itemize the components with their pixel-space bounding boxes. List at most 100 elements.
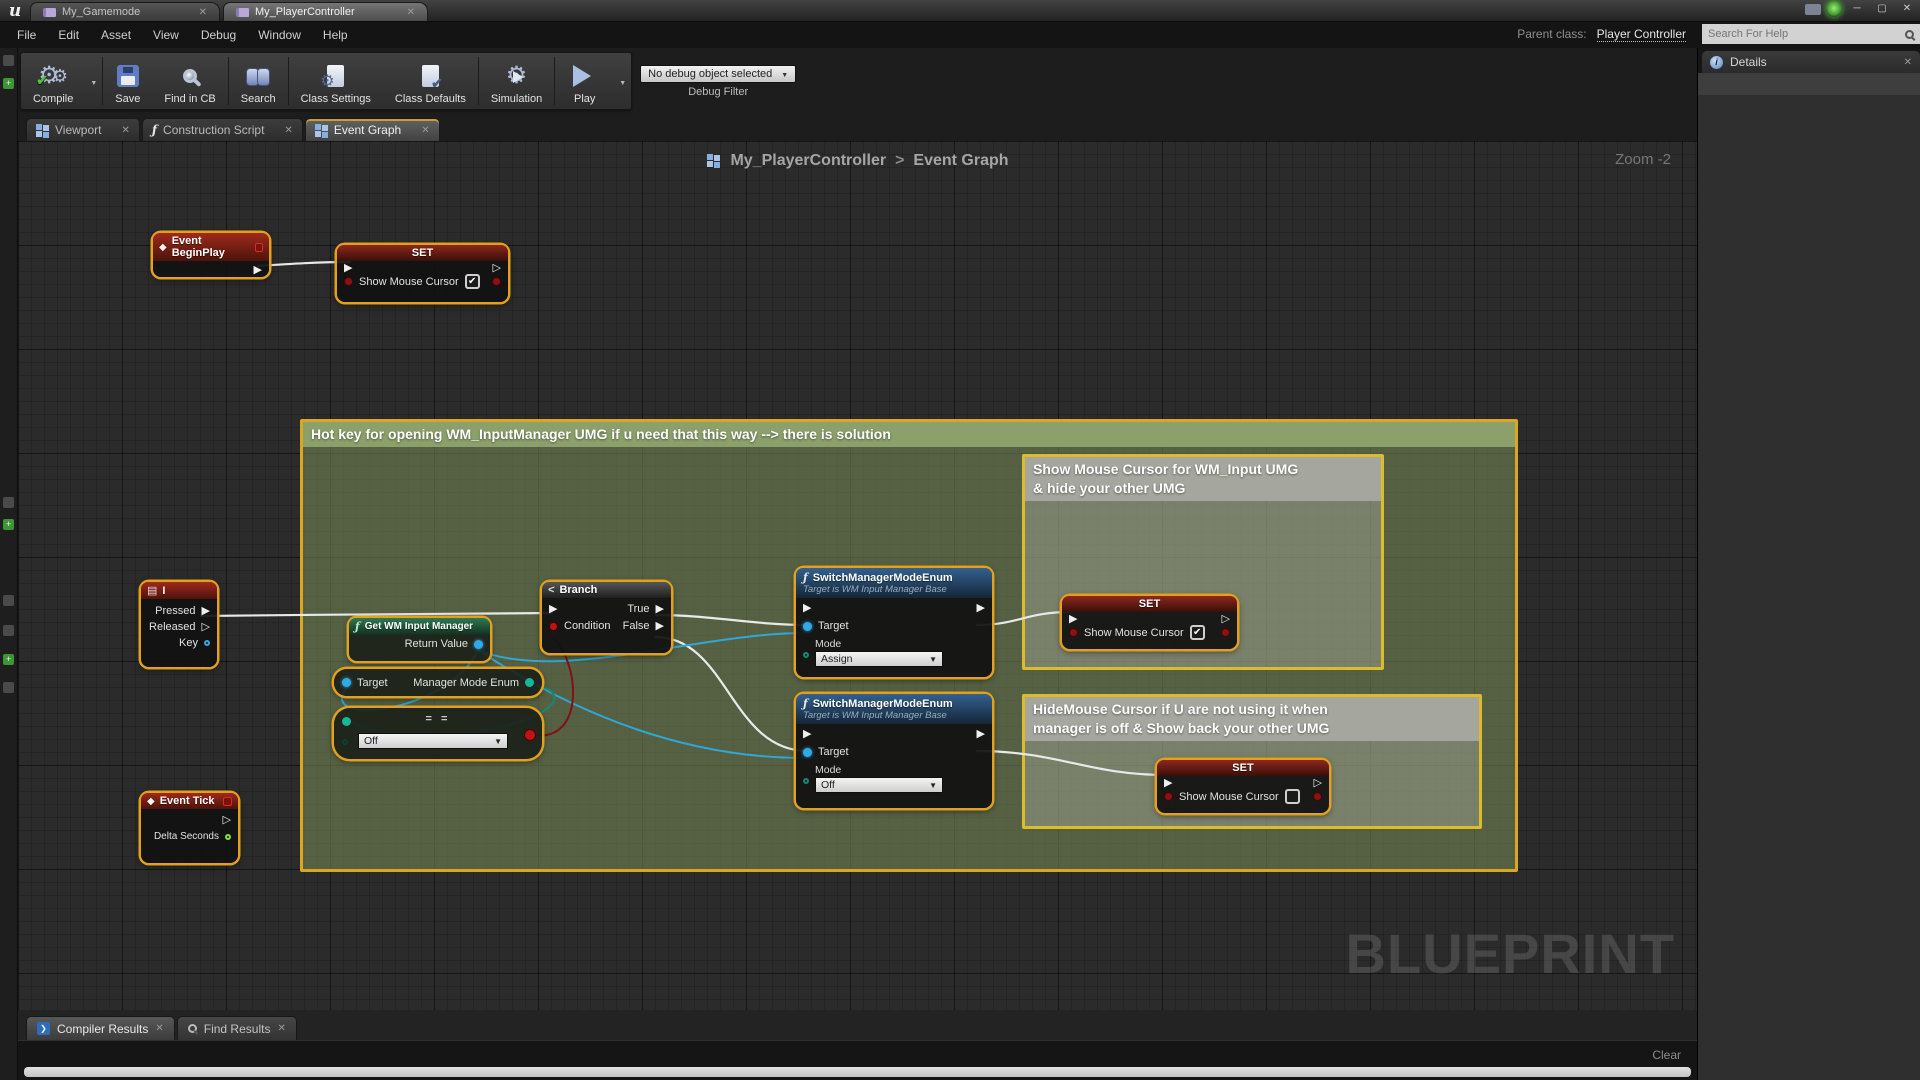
mode-dropdown[interactable]: Off [815,777,943,793]
delta-seconds-pin[interactable] [225,834,231,840]
node-equal-enum[interactable]: = = Off [334,708,542,759]
exec-false-pin[interactable] [656,620,664,632]
node-event-tick[interactable]: Event Tick Delta Seconds [141,793,238,863]
mode-dropdown[interactable]: Assign [815,651,943,667]
bool-result-pin[interactable] [524,729,536,741]
enum-a-pin[interactable] [342,717,351,726]
compile-button[interactable]: Compile [21,53,85,109]
node-switch-manager-mode-off[interactable]: SwitchManagerModeEnum Target is WM Input… [796,694,992,808]
menu-debug[interactable]: Debug [190,28,247,42]
leftstrip-icon[interactable] [3,497,14,508]
parent-class-link[interactable]: Player Controller [1597,27,1686,42]
node-switch-manager-mode-assign[interactable]: SwitchManagerModeEnum Target is WM Input… [796,568,992,677]
tab-find-results[interactable]: Find Results [177,1016,297,1040]
mode-pin[interactable] [803,778,809,784]
bool-in-pin[interactable] [344,277,353,286]
node-set-show-mouse-cursor-1[interactable]: SET Show Mouse Cursor ✔ [337,245,508,302]
node-get-manager-mode-enum[interactable]: Target Manager Mode Enum [334,669,542,696]
asset-tab-playercontroller[interactable]: My_PlayerController [223,2,428,21]
exec-out-pin[interactable] [977,602,985,614]
bool-out-pin[interactable] [1313,792,1322,801]
key-struct-pin[interactable] [204,640,210,646]
bool-in-pin[interactable] [1164,792,1173,801]
tab-details[interactable]: Details [1702,51,1920,73]
class-defaults-button[interactable]: Class Defaults [383,53,478,109]
close-icon[interactable] [407,7,415,18]
close-icon[interactable] [277,1023,285,1034]
asset-tab-gamemode[interactable]: My_Gamemode [30,2,220,21]
add-icon[interactable] [3,654,14,665]
bool-out-pin[interactable] [1221,628,1230,637]
help-search-input[interactable] [1708,28,1905,40]
exec-out-pin[interactable] [493,262,501,274]
checkbox[interactable] [1285,789,1300,804]
breadcrumb-current[interactable]: Event Graph [913,152,1008,170]
class-settings-button[interactable]: Class Settings [289,53,383,109]
menu-help[interactable]: Help [312,28,359,42]
comment-title[interactable]: Hot key for opening WM_InputManager UMG … [303,422,1515,447]
compile-options-caret-icon[interactable] [85,74,102,88]
play-options-caret-icon[interactable] [614,74,631,88]
close-icon[interactable] [284,125,292,136]
tab-compiler-results[interactable]: Compiler Results [26,1016,175,1040]
exec-in-pin[interactable] [1164,777,1172,789]
search-button[interactable]: Search [229,53,288,109]
comment-title[interactable]: Show Mouse Cursor for WM_Input UMG & hid… [1025,457,1381,501]
target-pin[interactable] [803,622,812,631]
exec-in-pin[interactable] [549,603,557,615]
exec-out-pin[interactable] [977,728,985,740]
menu-file[interactable]: File [6,28,47,42]
add-icon[interactable] [3,78,14,89]
checkbox[interactable]: ✔ [1190,625,1205,640]
exec-in-pin[interactable] [803,602,811,614]
close-icon[interactable] [199,7,207,18]
bool-out-pin[interactable] [492,277,501,286]
return-value-pin[interactable] [474,640,483,649]
node-input-key-i[interactable]: I Pressed Released Key [141,582,217,667]
tab-viewport[interactable]: Viewport [26,118,140,141]
add-icon[interactable] [3,519,14,530]
close-icon[interactable] [1904,57,1912,68]
exec-released-pin[interactable] [202,621,210,633]
exec-in-pin[interactable] [1069,613,1077,625]
enum-value-dropdown[interactable]: Off [358,733,508,749]
clear-button[interactable]: Clear [1652,1048,1681,1062]
play-button[interactable]: Play [555,53,614,109]
comment-title[interactable]: HideMouse Cursor if U are not using it w… [1025,697,1479,741]
node-get-wm-input-manager[interactable]: Get WM Input Manager Return Value [349,618,490,661]
find-in-cb-button[interactable]: Find in CB [152,53,227,109]
event-graph-canvas[interactable]: My_PlayerController > Event Graph Zoom -… [18,141,1697,1010]
debug-object-select[interactable]: No debug object selected [640,65,796,83]
mode-pin[interactable] [803,652,809,658]
bool-in-pin[interactable] [1069,628,1078,637]
help-search-box[interactable] [1702,24,1920,44]
target-in-pin[interactable] [342,678,351,687]
leftstrip-icon[interactable] [3,55,14,66]
enum-b-pin[interactable] [342,739,348,745]
close-icon[interactable] [421,125,429,136]
menu-asset[interactable]: Asset [90,28,142,42]
maximize-button[interactable] [1872,1,1892,17]
exec-out-pin[interactable] [1222,613,1230,625]
node-event-beginplay[interactable]: Event BeginPlay [153,233,269,277]
save-button[interactable]: Save [103,53,152,109]
leftstrip-icon[interactable] [3,625,14,636]
close-icon[interactable] [155,1023,163,1034]
menu-view[interactable]: View [142,28,190,42]
exec-out-pin[interactable] [254,264,262,276]
exec-out-pin[interactable] [223,814,231,826]
node-branch[interactable]: Branch True Condition False [542,582,671,653]
close-window-button[interactable] [1897,1,1917,17]
enum-out-pin[interactable] [525,678,534,687]
breadcrumb-root[interactable]: My_PlayerController [730,152,886,170]
simulation-button[interactable]: Simulation [479,53,554,109]
condition-pin[interactable] [549,622,558,631]
close-icon[interactable] [121,125,129,136]
leftstrip-icon[interactable] [3,595,14,606]
leftstrip-icon[interactable] [3,682,14,693]
target-pin[interactable] [803,748,812,757]
node-set-show-mouse-cursor-2[interactable]: SET Show Mouse Cursor ✔ [1062,596,1237,649]
menu-window[interactable]: Window [247,28,312,42]
exec-true-pin[interactable] [656,603,664,615]
tab-event-graph[interactable]: Event Graph [305,118,440,141]
